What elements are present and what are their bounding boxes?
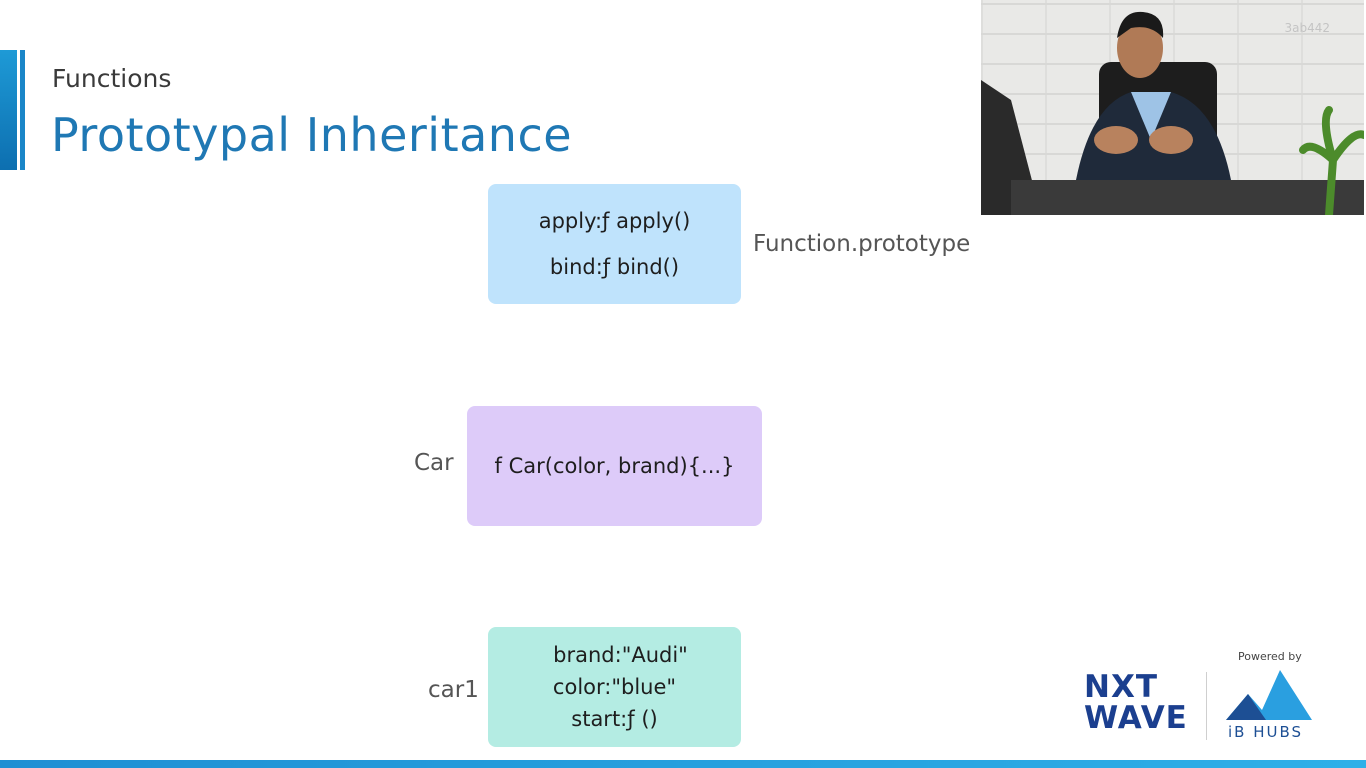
accent-bar-thin	[20, 50, 25, 170]
prop-start: start:ƒ ()	[571, 707, 658, 731]
car1-label: car1	[428, 677, 479, 703]
car-definition: f Car(color, brand){...}	[494, 454, 735, 478]
logo-nxt-line2: WAVE	[1084, 700, 1188, 736]
ibhubs-mountain-icon	[1226, 670, 1312, 720]
car1-object-box: brand:"Audi" color:"blue" start:ƒ ()	[488, 627, 741, 747]
bottom-accent-bar	[0, 760, 1366, 768]
function-prototype-label: Function.prototype	[753, 231, 971, 257]
slide-title: Prototypal Inheritance	[51, 108, 573, 162]
right-hand	[1149, 126, 1193, 154]
nxtwave-logo: NXT WAVE	[1084, 672, 1188, 734]
ibhubs-text: iB HUBS	[1228, 723, 1304, 741]
function-prototype-box: apply:ƒ apply() bind:ƒ bind()	[488, 184, 741, 304]
prop-brand: brand:"Audi"	[553, 643, 688, 667]
car-function-box: f Car(color, brand){...}	[467, 406, 762, 526]
logo-divider	[1206, 672, 1207, 740]
prop-color: color:"blue"	[552, 675, 677, 699]
logo-nxt-line1: NXT	[1084, 669, 1158, 705]
left-hand	[1094, 126, 1138, 154]
accent-bar	[0, 50, 17, 170]
webcam-id: 3ab442	[1284, 21, 1330, 35]
powered-by-text: Powered by	[1238, 650, 1302, 663]
desk	[1011, 180, 1364, 215]
prop-bind: bind:ƒ bind()	[549, 255, 680, 279]
section-label: Functions	[52, 64, 172, 93]
prop-apply: apply:ƒ apply()	[538, 209, 691, 233]
car-label: Car	[414, 450, 454, 476]
presenter-webcam: 3ab442	[981, 0, 1364, 215]
